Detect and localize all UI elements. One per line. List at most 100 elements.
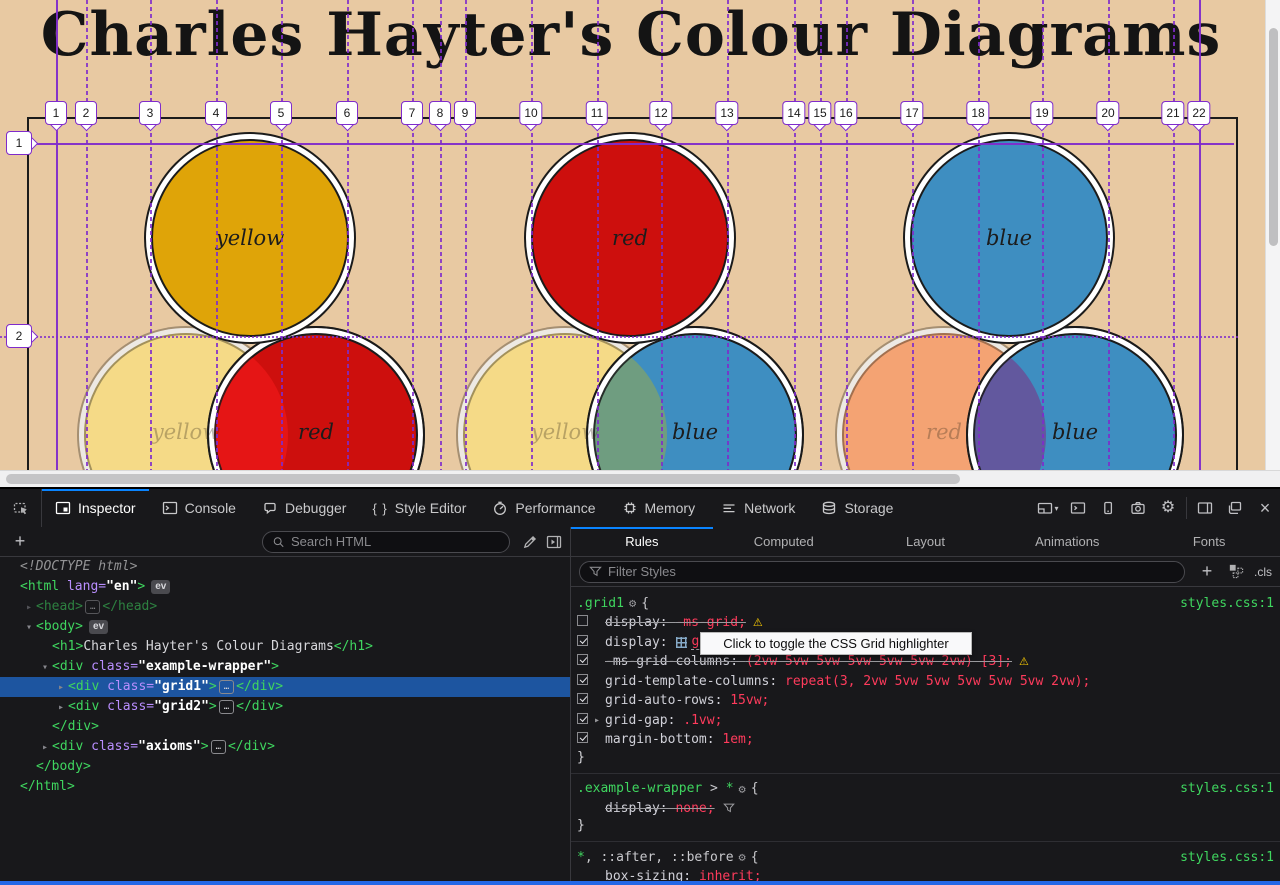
ellipsis-badge[interactable]: … xyxy=(211,740,226,754)
declaration-checkbox[interactable] xyxy=(577,654,588,665)
grid-column-marker-12[interactable]: 12 xyxy=(649,101,672,129)
sidebar-tab-animations[interactable]: Animations xyxy=(996,527,1138,556)
expander-icon[interactable]: ▸ xyxy=(54,678,68,698)
screenshot-icon[interactable] xyxy=(1123,489,1153,527)
declaration-checkbox[interactable] xyxy=(577,635,588,646)
property-name[interactable]: grid-gap xyxy=(605,713,668,728)
markup-line[interactable]: </html> xyxy=(0,777,570,797)
grid-column-marker-8[interactable]: 8 xyxy=(429,101,451,129)
responsive-mode-icon[interactable] xyxy=(1093,489,1123,527)
devtools-tab-inspector[interactable]: Inspector xyxy=(42,489,149,527)
ellipsis-badge[interactable]: … xyxy=(85,600,100,614)
event-badge[interactable]: ev xyxy=(89,620,108,634)
property-value[interactable]: .1vw; xyxy=(683,713,722,728)
grid-column-marker-13[interactable]: 13 xyxy=(715,101,738,129)
property-name[interactable]: grid-template-columns xyxy=(605,674,769,689)
selector-gear-icon[interactable]: ⚙ xyxy=(739,782,746,796)
selector-token[interactable]: * xyxy=(726,781,734,796)
stylesheet-link[interactable]: styles.css:1 xyxy=(1180,596,1274,611)
devtools-tab-style-editor[interactable]: { }Style Editor xyxy=(359,489,479,527)
stylesheet-link[interactable]: styles.css:1 xyxy=(1180,781,1274,796)
devtools-tab-memory[interactable]: Memory xyxy=(609,489,709,527)
split-console-icon[interactable] xyxy=(1063,489,1093,527)
devtools-tab-debugger[interactable]: Debugger xyxy=(249,489,360,527)
selector-gear-icon[interactable]: ⚙ xyxy=(629,596,636,610)
markup-line[interactable]: ▸<div class="grid2">…</div> xyxy=(0,697,570,717)
devtools-tab-storage[interactable]: Storage xyxy=(808,489,906,527)
markup-line[interactable]: ▾<div class="example-wrapper"> xyxy=(0,657,570,677)
sidebar-tab-fonts[interactable]: Fonts xyxy=(1138,527,1280,556)
grid-column-marker-2[interactable]: 2 xyxy=(75,101,97,129)
grid-column-marker-22[interactable]: 22 xyxy=(1187,101,1210,129)
grid-column-marker-3[interactable]: 3 xyxy=(139,101,161,129)
grid-column-marker-16[interactable]: 16 xyxy=(834,101,857,129)
expander-icon[interactable]: ▾ xyxy=(22,618,36,638)
markup-line-selected[interactable]: ▸<div class="grid1">…</div> xyxy=(0,677,570,697)
markup-line[interactable]: <h1>Charles Hayter's Colour Diagrams</h1… xyxy=(0,637,570,657)
property-name[interactable]: display xyxy=(605,635,660,650)
markup-line[interactable]: ▸<head>…</head> xyxy=(0,597,570,617)
ellipsis-badge[interactable]: … xyxy=(219,700,234,714)
selector-token[interactable]: * xyxy=(577,850,585,865)
pop-out-icon[interactable] xyxy=(1220,489,1250,527)
devtools-tab-console[interactable]: Console xyxy=(149,489,249,527)
expander-icon[interactable]: ▸ xyxy=(38,738,52,758)
grid-column-marker-17[interactable]: 17 xyxy=(900,101,923,129)
ellipsis-badge[interactable]: … xyxy=(219,680,234,694)
markup-line[interactable]: ▾<body>ev xyxy=(0,617,570,637)
markup-line[interactable]: <!DOCTYPE html> xyxy=(0,557,570,577)
filter-styles-input[interactable]: Filter Styles xyxy=(579,561,1185,583)
eyedropper-icon[interactable] xyxy=(522,534,538,550)
close-icon[interactable]: × xyxy=(1250,489,1280,527)
vertical-scroll-thumb[interactable] xyxy=(1269,28,1278,246)
markup-line[interactable]: <html lang="en">ev xyxy=(0,577,570,597)
grid-column-marker-6[interactable]: 6 xyxy=(336,101,358,129)
grid-column-marker-10[interactable]: 10 xyxy=(519,101,542,129)
grid-row-marker-2[interactable]: 2 xyxy=(6,324,36,348)
selector-token[interactable]: > xyxy=(702,781,725,796)
markup-line[interactable]: </body> xyxy=(0,757,570,777)
grid-highlighter-toggle-icon[interactable] xyxy=(676,637,687,648)
grid-column-marker-7[interactable]: 7 xyxy=(401,101,423,129)
grid-column-marker-9[interactable]: 9 xyxy=(454,101,476,129)
declaration-checkbox[interactable] xyxy=(577,674,588,685)
selector-token[interactable]: .grid1 xyxy=(577,596,624,611)
grid-column-marker-20[interactable]: 20 xyxy=(1096,101,1119,129)
page-vertical-scrollbar[interactable] xyxy=(1265,0,1280,470)
property-name[interactable]: display xyxy=(605,615,660,630)
declaration-checkbox[interactable] xyxy=(577,713,588,724)
grid-column-marker-18[interactable]: 18 xyxy=(966,101,989,129)
sidebar-tab-rules[interactable]: Rules xyxy=(571,527,713,556)
shorthand-expander-icon[interactable]: ▸ xyxy=(594,715,605,726)
grid-column-marker-19[interactable]: 19 xyxy=(1030,101,1053,129)
declaration-checkbox[interactable] xyxy=(577,615,588,626)
property-name[interactable]: -ms-grid-columns xyxy=(605,654,730,669)
property-value[interactable]: 15vw; xyxy=(730,693,769,708)
selector-token[interactable]: .example-wrapper xyxy=(577,781,702,796)
three-pane-inspector-toggle-icon[interactable] xyxy=(546,534,562,550)
declaration-checkbox[interactable] xyxy=(577,693,588,704)
search-html-input[interactable]: Search HTML xyxy=(262,531,510,553)
grid-column-marker-11[interactable]: 11 xyxy=(586,101,608,129)
grid-column-marker-4[interactable]: 4 xyxy=(205,101,227,129)
property-name[interactable]: grid-auto-rows xyxy=(605,693,715,708)
settings-icon[interactable]: ⚙ xyxy=(1153,489,1183,527)
expander-icon[interactable]: ▾ xyxy=(38,658,52,678)
property-value[interactable]: 1em; xyxy=(722,732,753,747)
property-value[interactable]: repeat(3, 2vw 5vw 5vw 5vw 5vw 5vw 2vw); xyxy=(785,674,1090,689)
property-value[interactable]: (2vw 5vw 5vw 5vw 5vw 5vw 2vw) [3]; xyxy=(746,654,1012,669)
markup-line[interactable]: </div> xyxy=(0,717,570,737)
markup-line[interactable]: ▸<div class="axioms">…</div> xyxy=(0,737,570,757)
page-horizontal-scrollbar[interactable] xyxy=(0,470,1280,487)
add-node-button[interactable]: + xyxy=(8,531,32,552)
grid-column-marker-1[interactable]: 1 xyxy=(45,101,67,129)
grid-row-marker-1[interactable]: 1 xyxy=(6,131,36,155)
selector-token[interactable]: , ::after, ::before xyxy=(585,850,734,865)
add-rule-button[interactable]: + xyxy=(1195,561,1219,582)
grid-column-marker-5[interactable]: 5 xyxy=(270,101,292,129)
sidebar-tab-layout[interactable]: Layout xyxy=(855,527,997,556)
horizontal-scroll-thumb[interactable] xyxy=(6,474,960,484)
element-picker-button[interactable] xyxy=(0,489,42,527)
sidebar-tab-computed[interactable]: Computed xyxy=(713,527,855,556)
three-pane-toggle-icon[interactable] xyxy=(1190,489,1220,527)
